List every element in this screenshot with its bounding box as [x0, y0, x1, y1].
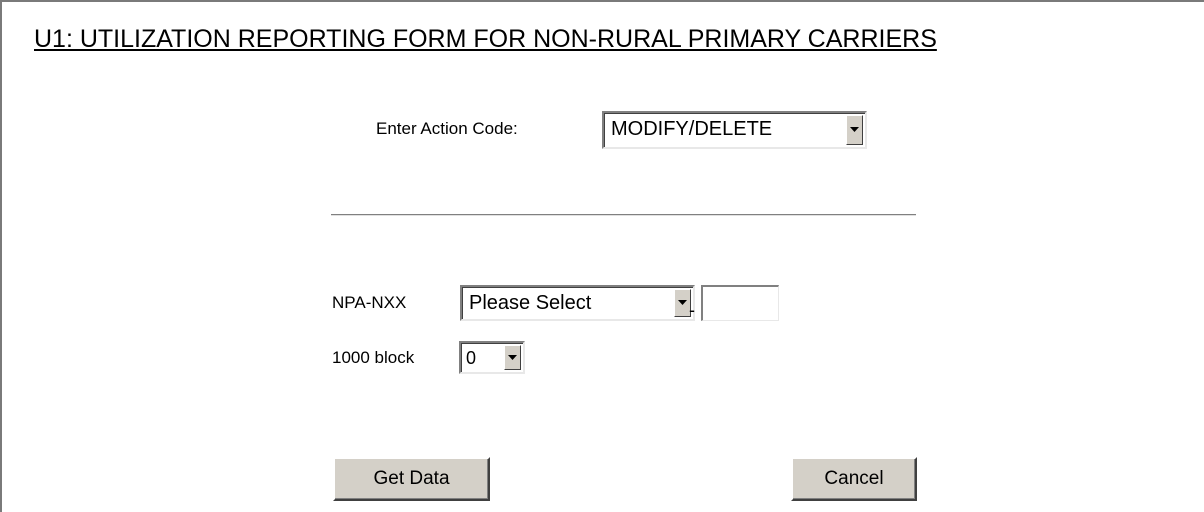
block-select[interactable]: 0 — [459, 341, 525, 374]
page-title: U1: UTILIZATION REPORTING FORM FOR NON-R… — [34, 25, 937, 53]
action-code-select-value: MODIFY/DELETE — [611, 118, 773, 140]
block-label: 1000 block — [332, 348, 415, 367]
action-code-dropdown-button[interactable] — [846, 115, 863, 145]
block-dropdown-button[interactable] — [504, 345, 521, 370]
action-code-select[interactable]: MODIFY/DELETE — [602, 111, 867, 149]
divider — [331, 214, 916, 216]
chevron-down-icon — [508, 354, 517, 360]
chevron-down-icon — [678, 300, 687, 305]
page-frame — [0, 0, 1204, 512]
npa-nxx-separator: - — [689, 300, 695, 320]
chevron-down-icon — [850, 127, 859, 132]
block-select-value: 0 — [466, 348, 477, 368]
npa-nxx-select[interactable]: Please Select — [460, 285, 695, 321]
cancel-button[interactable]: Cancel — [791, 457, 917, 501]
get-data-button[interactable]: Get Data — [333, 457, 490, 501]
npa-nxx-label: NPA-NXX — [332, 293, 407, 312]
nxx-input[interactable] — [701, 285, 779, 321]
npa-nxx-select-value: Please Select — [469, 292, 592, 314]
action-code-label: Enter Action Code: — [376, 119, 518, 138]
